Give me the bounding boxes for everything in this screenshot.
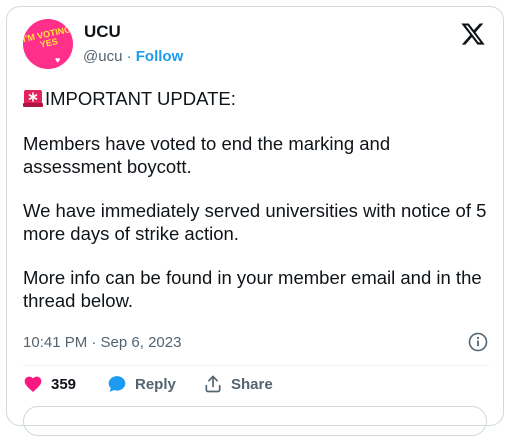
headline-line: IMPORTANT UPDATE: xyxy=(23,87,493,110)
paragraph-3: More info can be found in your member em… xyxy=(23,267,482,311)
tweet-card: I'M VOTING YES ♥ UCU @ucu · Follow IMPOR… xyxy=(6,6,504,436)
share-icon xyxy=(205,375,221,393)
info-icon[interactable] xyxy=(468,332,488,352)
handle-row: @ucu · Follow xyxy=(83,48,183,65)
follow-button[interactable]: Follow xyxy=(136,48,184,65)
tweet-text: IMPORTANT UPDATE: Members have voted to … xyxy=(23,87,493,333)
reply-label: Reply xyxy=(135,375,176,393)
divider xyxy=(23,365,489,366)
timestamp[interactable]: 10:41 PM · Sep 6, 2023 xyxy=(23,334,181,351)
separator-dot: · xyxy=(126,48,132,65)
like-count: 359 xyxy=(51,375,77,393)
paragraph-1: Members have voted to end the marking an… xyxy=(23,133,391,177)
author-name[interactable]: UCU xyxy=(84,22,121,42)
heart-icon: ♥ xyxy=(55,55,61,65)
read-replies-button[interactable] xyxy=(23,406,487,436)
x-logo-icon[interactable] xyxy=(460,21,486,47)
avatar-text: I'M VOTING YES xyxy=(23,24,73,50)
author-handle[interactable]: @ucu xyxy=(83,48,122,65)
speech-bubble-icon xyxy=(108,376,126,392)
reply-button[interactable]: Reply xyxy=(107,372,176,396)
paragraph-2: We have immediately served universities … xyxy=(23,200,487,244)
share-label: Share xyxy=(231,375,273,393)
police-light-icon xyxy=(23,90,43,107)
headline: IMPORTANT UPDATE: xyxy=(45,88,236,109)
like-button[interactable]: 359 xyxy=(23,372,76,396)
share-button[interactable]: Share xyxy=(203,372,273,396)
avatar[interactable]: I'M VOTING YES ♥ xyxy=(23,19,73,69)
heart-icon xyxy=(24,376,42,392)
